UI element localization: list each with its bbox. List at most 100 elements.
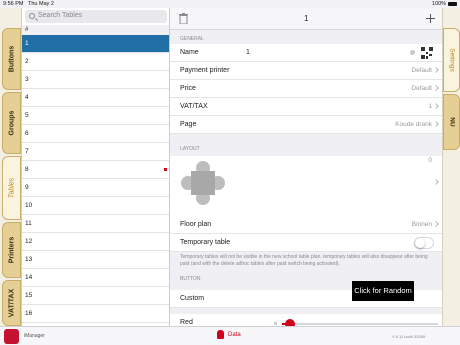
- row-label: Page: [180, 121, 197, 128]
- tab-nu[interactable]: NU: [443, 94, 460, 150]
- chevron-right-icon: [433, 103, 439, 109]
- list-item[interactable]: 8: [22, 161, 169, 179]
- tab-groups[interactable]: Groups: [2, 92, 21, 154]
- random-color-button[interactable]: Click for Random: [352, 281, 414, 301]
- row-label: Name: [180, 49, 199, 56]
- tab-label: VAT/TAX: [8, 288, 15, 318]
- tab-label: Buttons: [8, 45, 15, 73]
- data-tab-label[interactable]: Data: [228, 332, 241, 338]
- tab-label: Tables: [8, 177, 15, 199]
- layout-value: 0: [428, 157, 432, 164]
- row-label: Payment printer: [180, 67, 230, 74]
- list-item-label: 13: [25, 256, 33, 263]
- temporary-note: Temporary tables will not be visible in …: [180, 254, 428, 267]
- list-item-label: 9: [25, 184, 29, 191]
- red-slider-track[interactable]: [282, 319, 438, 326]
- list-item[interactable]: 1: [22, 35, 169, 53]
- search-placeholder: Search Tables: [38, 12, 83, 19]
- row-label: Custom: [180, 295, 205, 302]
- list-item[interactable]: 11: [22, 215, 169, 233]
- layout-row[interactable]: 0: [170, 156, 442, 218]
- list-item-label: 12: [25, 238, 33, 245]
- tab-label: Groups: [8, 110, 15, 136]
- chevron-right-icon: [433, 121, 439, 127]
- tables-list-panel: Search Tables # 1 2 3 4 5 6 7 8 9 10 11 …: [22, 8, 170, 326]
- page-row[interactable]: Page Koude drank: [170, 116, 442, 134]
- list-item[interactable]: 2: [22, 53, 169, 71]
- marker-icon: [164, 168, 167, 171]
- app-logo-icon[interactable]: [4, 329, 19, 344]
- temporary-toggle[interactable]: [414, 237, 434, 249]
- list-item-label: 2: [25, 58, 29, 65]
- row-value: 1: [428, 103, 432, 110]
- list-item[interactable]: 12: [22, 233, 169, 251]
- add-icon[interactable]: [426, 14, 435, 23]
- left-tab-bar: Buttons Groups Tables Printers VAT/TAX: [0, 8, 22, 326]
- row-value: Binnen: [411, 221, 432, 228]
- status-battery: 100%: [431, 1, 446, 7]
- list-item-label: 7: [25, 148, 29, 155]
- slider-min-icon: [274, 322, 277, 325]
- status-bar: 9:56 PM Thu May 2 100%: [0, 0, 460, 8]
- red-slider-knob[interactable]: [284, 319, 295, 326]
- list-item-label: 14: [25, 274, 33, 281]
- tab-tables[interactable]: Tables: [2, 156, 21, 220]
- floor-plan-row[interactable]: Floor plan Binnen: [170, 216, 442, 234]
- tab-label: NU: [448, 117, 455, 127]
- list-item[interactable]: 7: [22, 143, 169, 161]
- search-icon: [29, 13, 35, 19]
- list-item-label: 15: [25, 292, 33, 299]
- list-item-label: 16: [25, 310, 33, 317]
- list-item[interactable]: 13: [22, 251, 169, 269]
- vat-tax-row[interactable]: VAT/TAX 1: [170, 98, 442, 116]
- tab-buttons[interactable]: Buttons: [2, 28, 21, 90]
- name-field[interactable]: 1: [246, 44, 250, 62]
- list-item[interactable]: 15: [22, 287, 169, 305]
- bottom-bar: iManager Data V 6.11 build 33385: [0, 326, 460, 345]
- version-label: V 6.11 build 33385: [392, 334, 426, 339]
- clear-icon[interactable]: [410, 50, 415, 55]
- database-icon[interactable]: [217, 330, 224, 339]
- detail-panel: 1 GENERAL Name 1 Payment printer Default…: [170, 8, 442, 326]
- list-item[interactable]: 14: [22, 269, 169, 287]
- row-value: Koude drank: [395, 121, 432, 128]
- table-shape-icon: [181, 161, 225, 205]
- search-input[interactable]: Search Tables: [25, 10, 167, 23]
- price-row[interactable]: Price Default: [170, 80, 442, 98]
- list-item[interactable]: 4: [22, 89, 169, 107]
- payment-printer-row[interactable]: Payment printer Default: [170, 62, 442, 80]
- chevron-right-icon: [433, 67, 439, 73]
- list-item[interactable]: 10: [22, 197, 169, 215]
- tab-settings[interactable]: Settings: [443, 28, 460, 92]
- detail-toolbar: 1: [170, 8, 442, 30]
- app-name: iManager: [24, 333, 45, 339]
- list-item-label: 8: [25, 166, 29, 173]
- chevron-right-icon: [433, 221, 439, 227]
- toggle-knob: [415, 238, 425, 248]
- name-row[interactable]: Name 1: [170, 44, 442, 62]
- list-item-label: 1: [25, 40, 29, 47]
- status-date: Thu May 2: [28, 1, 54, 7]
- list-item[interactable]: 3: [22, 71, 169, 89]
- tab-vat-tax[interactable]: VAT/TAX: [2, 280, 21, 326]
- section-general-header: GENERAL: [180, 36, 204, 42]
- list-item-label: 3: [25, 76, 29, 83]
- battery-icon: [448, 2, 457, 6]
- tab-printers[interactable]: Printers: [2, 222, 21, 278]
- list-item-label: 10: [25, 202, 33, 209]
- trash-icon[interactable]: [179, 13, 188, 24]
- row-label: Price: [180, 85, 196, 92]
- list-item[interactable]: 9: [22, 179, 169, 197]
- list-item[interactable]: 5: [22, 107, 169, 125]
- chevron-right-icon: [433, 179, 439, 185]
- right-tab-bar: Settings NU: [442, 8, 460, 326]
- list-item[interactable]: 16: [22, 305, 169, 323]
- qr-code-icon[interactable]: [421, 47, 433, 59]
- row-label: VAT/TAX: [180, 103, 208, 110]
- section-layout-header: LAYOUT: [180, 146, 200, 152]
- tab-label: Settings: [448, 48, 455, 72]
- list-item-label: 6: [25, 130, 29, 137]
- list-item[interactable]: 6: [22, 125, 169, 143]
- red-row: Red: [170, 314, 442, 326]
- row-label: Floor plan: [180, 221, 212, 228]
